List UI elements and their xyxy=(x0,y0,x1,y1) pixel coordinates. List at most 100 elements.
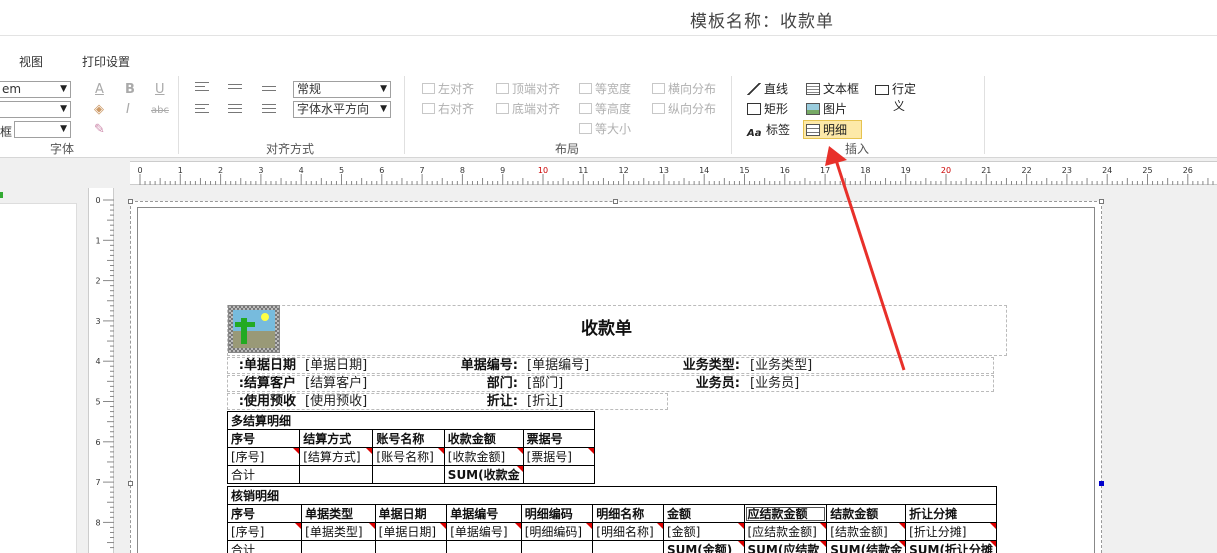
field-value-prepay[interactable]: [使用预收] xyxy=(305,394,367,410)
insert-detail-button[interactable]: 明细 xyxy=(806,122,847,138)
table-cell[interactable] xyxy=(372,465,445,484)
table-cell[interactable]: SUM(应结款 xyxy=(743,540,828,553)
table-cell[interactable]: [账号名称] xyxy=(372,447,445,466)
text-direction-select[interactable]: 字体水平方向 ▼ xyxy=(293,101,391,118)
table-header-cell[interactable]: 结算方式 xyxy=(299,429,374,448)
table-header-cell[interactable]: 结款金额 xyxy=(826,504,907,523)
menu-view[interactable]: 视图 xyxy=(19,53,43,70)
page-handle[interactable] xyxy=(128,199,133,204)
insert-label-button[interactable]: Aa 标签 xyxy=(747,122,790,140)
writeoff-table-title[interactable]: 核销明细 xyxy=(227,486,997,505)
field-label-department[interactable]: 部门: xyxy=(440,376,518,392)
table-cell[interactable]: 合计 xyxy=(226,540,303,553)
table-cell[interactable]: [明细编码] xyxy=(520,522,594,541)
page-handle[interactable] xyxy=(613,199,618,204)
field-label-prepay[interactable]: 使用预收: xyxy=(218,394,296,410)
border-select[interactable]: ▼ xyxy=(14,121,71,138)
same-size-button[interactable]: 等大小 xyxy=(579,121,631,137)
field-label-customer[interactable]: 结算客户: xyxy=(218,376,296,392)
align-right-button[interactable]: 右对齐 xyxy=(422,101,474,117)
clear-format-icon[interactable]: ✎ xyxy=(94,122,105,138)
table-header-cell[interactable]: 收款金额 xyxy=(443,429,524,448)
align-left-icon[interactable] xyxy=(195,104,209,116)
table-header-cell[interactable]: 折让分摊 xyxy=(905,504,997,523)
align-top-center-icon[interactable] xyxy=(228,84,242,96)
table-header-cell[interactable]: 单据日期 xyxy=(374,504,448,523)
table-cell[interactable]: SUM(结款金 xyxy=(826,540,907,553)
field-value-biz-type[interactable]: [业务类型] xyxy=(750,358,812,374)
insert-textbox-button[interactable]: 文本框 xyxy=(806,81,859,97)
settlement-table-title[interactable]: 多结算明细 xyxy=(227,411,595,430)
align-bottom-button[interactable]: 底端对齐 xyxy=(496,101,560,117)
table-header-cell[interactable]: 明细名称 xyxy=(592,504,664,523)
bold-icon[interactable]: B xyxy=(125,82,135,98)
font-color-icon[interactable]: A xyxy=(95,82,104,98)
field-label-biz-type[interactable]: 业务类型: xyxy=(662,358,740,374)
table-cell[interactable] xyxy=(374,540,448,553)
same-width-button[interactable]: 等宽度 xyxy=(579,81,631,97)
page-handle[interactable] xyxy=(1099,199,1104,204)
table-cell[interactable]: SUM(金额) xyxy=(662,540,745,553)
table-header-cell[interactable]: 序号 xyxy=(226,429,301,448)
table-header-cell[interactable]: 账号名称 xyxy=(372,429,445,448)
align-left-button[interactable]: 左对齐 xyxy=(422,81,474,97)
align-top-button[interactable]: 顶端对齐 xyxy=(496,81,560,97)
table-cell[interactable]: [金额] xyxy=(662,522,745,541)
number-format-select[interactable]: 常规 ▼ xyxy=(293,81,391,98)
table-cell[interactable] xyxy=(446,540,522,553)
table-header-cell[interactable]: 单据类型 xyxy=(301,504,376,523)
field-label-doc-no[interactable]: 单据编号: xyxy=(440,358,518,374)
align-top-left-icon[interactable] xyxy=(195,82,209,94)
strikethrough-icon[interactable]: abc xyxy=(151,103,169,119)
table-cell[interactable] xyxy=(301,540,376,553)
table-cell[interactable]: [单据类型] xyxy=(301,522,376,541)
fill-color-icon[interactable]: ◈ xyxy=(94,102,104,118)
table-cell[interactable]: [票据号] xyxy=(522,447,596,466)
same-height-button[interactable]: 等高度 xyxy=(579,101,631,117)
table-header-cell[interactable]: 明细编码 xyxy=(520,504,594,523)
page-handle[interactable] xyxy=(128,481,133,486)
insert-line-button[interactable]: 直线 xyxy=(747,81,788,97)
italic-icon[interactable]: I xyxy=(126,102,130,118)
align-center-icon[interactable] xyxy=(228,104,242,116)
table-cell[interactable]: [单据日期] xyxy=(374,522,448,541)
menu-print-settings[interactable]: 打印设置 xyxy=(82,53,130,70)
table-cell[interactable] xyxy=(520,540,594,553)
table-cell[interactable]: 合计 xyxy=(226,465,301,484)
font-name-select[interactable]: em ▼ xyxy=(0,81,71,98)
distribute-horizontal-button[interactable]: 横向分布 xyxy=(652,81,716,97)
insert-row-define-button[interactable]: 行定 xyxy=(875,81,916,97)
field-value-doc-no[interactable]: [单据编号] xyxy=(527,358,589,374)
table-cell[interactable]: [折让分摊] xyxy=(905,522,997,541)
field-label-discount[interactable]: 折让: xyxy=(440,394,518,410)
insert-image-button[interactable]: 图片 xyxy=(806,101,847,117)
report-title[interactable]: 收款单 xyxy=(581,321,632,338)
table-cell[interactable]: [序号] xyxy=(226,522,303,541)
table-cell[interactable]: [结算方式] xyxy=(299,447,374,466)
table-header-cell[interactable]: 序号 xyxy=(226,504,303,523)
table-cell[interactable] xyxy=(592,540,664,553)
table-header-cell[interactable]: 单据编号 xyxy=(446,504,522,523)
underline-icon[interactable]: U xyxy=(155,82,165,98)
table-header-cell[interactable]: 票据号 xyxy=(522,429,596,448)
table-cell[interactable]: [收款金额] xyxy=(443,447,524,466)
table-cell[interactable]: [序号] xyxy=(226,447,301,466)
field-value-customer[interactable]: [结算客户] xyxy=(305,376,367,392)
table-header-cell[interactable]: 金额 xyxy=(662,504,745,523)
field-label-salesperson[interactable]: 业务员: xyxy=(662,376,740,392)
align-right-icon[interactable] xyxy=(262,104,276,116)
field-value-salesperson[interactable]: [业务员] xyxy=(750,376,799,392)
table-cell[interactable]: [单据编号] xyxy=(446,522,522,541)
page-handle-selected[interactable] xyxy=(1099,481,1104,486)
field-value-department[interactable]: [部门] xyxy=(527,376,563,392)
table-cell[interactable]: [应结款金额] xyxy=(743,522,828,541)
insert-rect-button[interactable]: 矩形 xyxy=(747,101,788,117)
company-logo-image[interactable] xyxy=(228,305,280,353)
table-header-cell-selected[interactable]: 应结款金额 xyxy=(743,504,828,523)
distribute-vertical-button[interactable]: 纵向分布 xyxy=(652,101,716,117)
writeoff-detail-table[interactable]: 核销明细 序号 单据类型 单据日期 单据编号 明细编码 明细名称 金额 应结款金… xyxy=(226,486,997,553)
table-cell[interactable] xyxy=(299,465,374,484)
table-cell[interactable]: SUM(折让分摊 xyxy=(905,540,997,553)
font-size-select[interactable]: ▼ xyxy=(0,101,71,118)
table-cell[interactable]: SUM(收款金 xyxy=(443,465,524,484)
